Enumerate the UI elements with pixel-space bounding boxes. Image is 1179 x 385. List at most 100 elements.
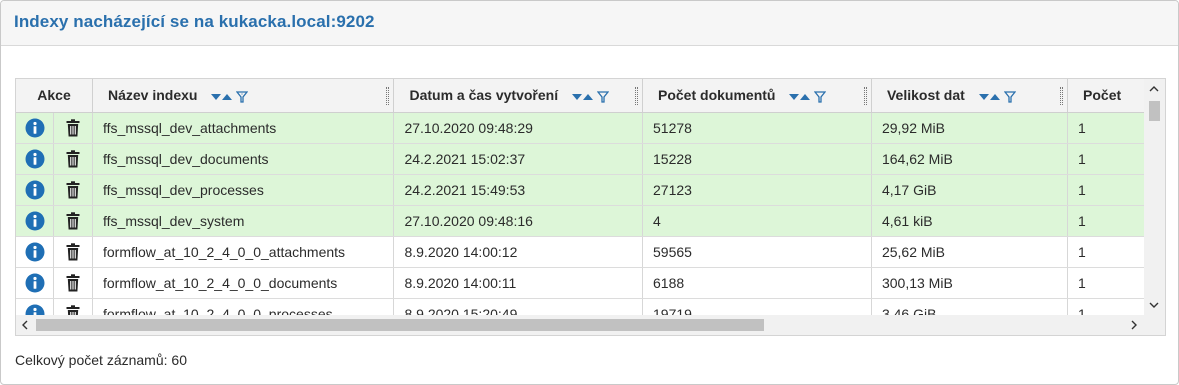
trash-icon — [66, 149, 80, 168]
table-row[interactable]: ffs_mssql_dev_documents 24.2.2021 15:02:3… — [16, 143, 1145, 175]
row-actions — [16, 236, 93, 268]
indexes-table: Akce Název indexu Datum a čas vytvoření … — [16, 79, 1145, 317]
column-header-name-label: Název indexu — [108, 87, 198, 104]
cell-index-name: formflow_at_10_2_4_0_0_attachments — [92, 236, 395, 268]
sort-desc-icon[interactable] — [789, 93, 800, 101]
sort-controls — [789, 90, 827, 103]
horizontal-scrollbar[interactable] — [16, 315, 1145, 335]
chevron-right-icon — [1131, 320, 1137, 330]
vertical-scroll-thumb[interactable] — [1149, 101, 1160, 121]
row-actions — [16, 112, 93, 144]
column-header-created[interactable]: Datum a čas vytvoření — [393, 79, 643, 113]
sort-desc-icon[interactable] — [211, 93, 222, 101]
column-header-extra[interactable]: Počet — [1067, 79, 1145, 113]
cell-created: 8.9.2020 14:00:11 — [393, 267, 643, 299]
grid-viewport: Akce Název indexu Datum a čas vytvoření … — [16, 79, 1145, 317]
table-row[interactable]: formflow_at_10_2_4_0_0_documents 8.9.2020… — [16, 267, 1145, 299]
sort-asc-icon[interactable] — [989, 93, 1000, 101]
cell-created: 24.2.2021 15:02:37 — [393, 143, 643, 175]
cell-doc-count: 59565 — [642, 236, 872, 268]
trash-icon — [66, 273, 80, 292]
delete-button[interactable] — [54, 268, 92, 298]
scroll-right-button[interactable] — [1126, 317, 1142, 333]
chevron-down-icon — [1149, 302, 1159, 308]
cell-created: 8.9.2020 14:00:12 — [393, 236, 643, 268]
info-button[interactable] — [16, 174, 54, 204]
table-row[interactable]: ffs_mssql_dev_system 27.10.2020 09:48:16 4… — [16, 205, 1145, 237]
cell-index-name: ffs_mssql_dev_attachments — [92, 112, 395, 144]
trash-icon — [66, 211, 80, 230]
column-header-doc-count[interactable]: Počet dokumentů — [642, 79, 872, 113]
column-resize-handle[interactable] — [863, 87, 867, 105]
indexes-panel: Indexy nacházející se na kukacka.local:9… — [0, 0, 1179, 385]
cell-extra: 1 — [1067, 174, 1145, 206]
cell-created: 27.10.2020 09:48:16 — [393, 205, 643, 237]
cell-doc-count: 4 — [642, 205, 872, 237]
cell-size: 4,61 kiB — [871, 205, 1069, 237]
indexes-grid: Akce Název indexu Datum a čas vytvoření … — [15, 78, 1166, 336]
delete-button[interactable] — [54, 113, 92, 143]
info-icon — [25, 118, 45, 138]
cell-size: 29,92 MiB — [871, 112, 1069, 144]
filter-icon[interactable] — [596, 90, 609, 103]
delete-button[interactable] — [54, 237, 92, 267]
info-icon — [25, 149, 45, 169]
cell-index-name: ffs_mssql_dev_documents — [92, 143, 395, 175]
info-button[interactable] — [16, 267, 54, 297]
sort-controls — [978, 90, 1016, 103]
cell-doc-count: 6188 — [642, 267, 872, 299]
cell-extra: 1 — [1067, 143, 1145, 175]
sort-controls — [211, 90, 249, 103]
cell-index-name: formflow_at_10_2_4_0_0_documents — [92, 267, 395, 299]
sort-desc-icon[interactable] — [571, 93, 582, 101]
info-button[interactable] — [16, 205, 54, 235]
row-actions — [16, 174, 93, 206]
sort-controls — [571, 90, 609, 103]
delete-button[interactable] — [54, 206, 92, 236]
scrollbar-corner — [1144, 315, 1165, 335]
filter-icon[interactable] — [1003, 90, 1016, 103]
panel-title: Indexy nacházející se na kukacka.local:9… — [14, 12, 375, 31]
scroll-up-button[interactable] — [1146, 81, 1162, 97]
row-actions — [16, 205, 93, 237]
horizontal-scroll-thumb[interactable] — [36, 319, 764, 331]
column-header-actions: Akce — [16, 79, 93, 113]
column-resize-handle[interactable] — [386, 87, 390, 105]
sort-asc-icon[interactable] — [800, 93, 811, 101]
table-row[interactable]: ffs_mssql_dev_processes 24.2.2021 15:49:5… — [16, 174, 1145, 206]
cell-created: 24.2.2021 15:49:53 — [393, 174, 643, 206]
cell-extra: 1 — [1067, 267, 1145, 299]
scroll-down-button[interactable] — [1146, 297, 1162, 313]
column-header-size[interactable]: Velikost dat — [871, 79, 1069, 113]
sort-asc-icon[interactable] — [582, 93, 593, 101]
sort-desc-icon[interactable] — [978, 93, 989, 101]
info-icon — [25, 211, 45, 231]
filter-icon[interactable] — [814, 90, 827, 103]
table-row[interactable]: ffs_mssql_dev_attachments 27.10.2020 09:4… — [16, 112, 1145, 144]
column-resize-handle[interactable] — [1060, 87, 1064, 105]
column-header-extra-label: Počet — [1083, 87, 1122, 104]
scroll-left-button[interactable] — [17, 317, 33, 333]
info-button[interactable] — [16, 143, 54, 173]
row-actions — [16, 143, 93, 175]
cell-index-name: ffs_mssql_dev_system — [92, 205, 395, 237]
total-records: Celkový počet záznamů: 60 — [15, 352, 187, 368]
delete-button[interactable] — [54, 144, 92, 174]
cell-extra: 1 — [1067, 205, 1145, 237]
table-row[interactable]: formflow_at_10_2_4_0_0_attachments 8.9.20… — [16, 236, 1145, 268]
cell-size: 300,13 MiB — [871, 267, 1069, 299]
column-resize-handle[interactable] — [635, 87, 638, 105]
trash-icon — [66, 118, 80, 137]
filter-icon[interactable] — [236, 90, 249, 103]
cell-doc-count: 27123 — [642, 174, 872, 206]
info-button[interactable] — [16, 236, 54, 266]
chevron-left-icon — [22, 320, 28, 330]
sort-asc-icon[interactable] — [222, 93, 233, 101]
delete-button[interactable] — [54, 175, 92, 205]
column-header-name[interactable]: Název indexu — [92, 79, 395, 113]
vertical-scrollbar[interactable] — [1144, 79, 1165, 317]
grid-body: ffs_mssql_dev_attachments 27.10.2020 09:4… — [16, 112, 1145, 317]
info-button[interactable] — [16, 112, 54, 142]
info-icon — [25, 180, 45, 200]
cell-created: 27.10.2020 09:48:29 — [393, 112, 643, 144]
